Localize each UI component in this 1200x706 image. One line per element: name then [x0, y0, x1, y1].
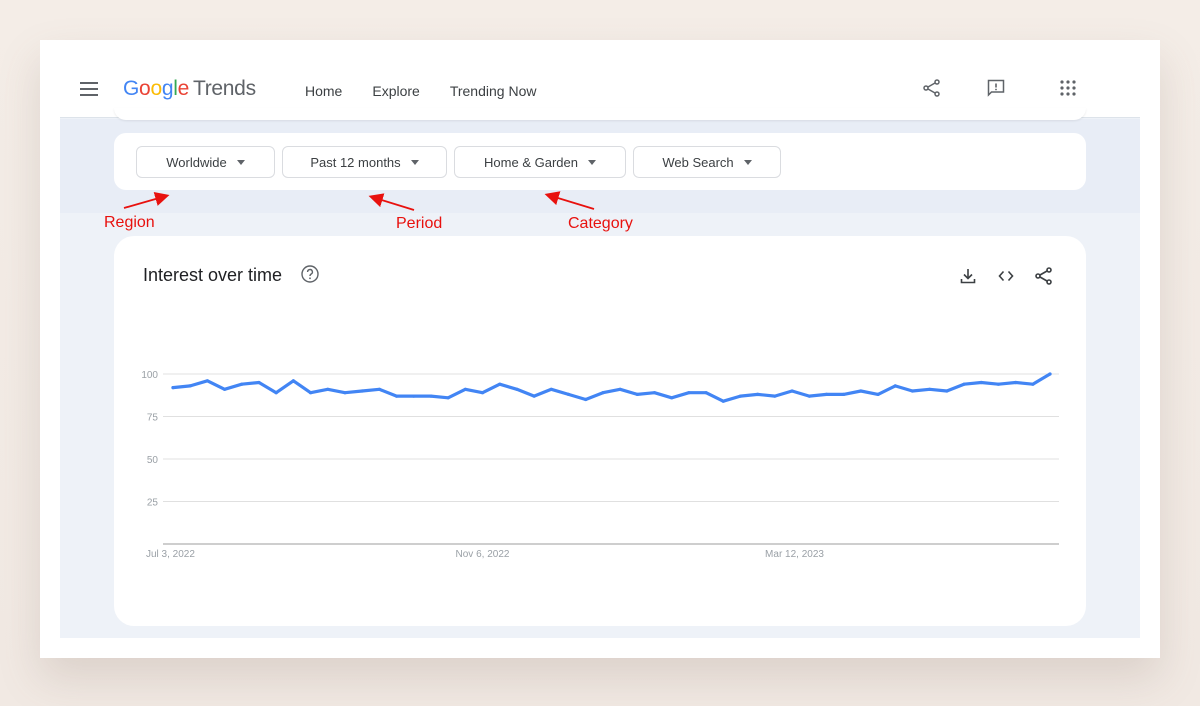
google-trends-app: GoogleTrends Home Explore Trending Now	[60, 60, 1140, 638]
data-point[interactable]	[343, 391, 347, 395]
data-point[interactable]	[480, 391, 485, 395]
data-point[interactable]	[291, 379, 295, 383]
data-point[interactable]	[876, 392, 880, 396]
data-point[interactable]	[1014, 380, 1018, 385]
caret-down-icon	[587, 159, 596, 165]
series-line-home-garden[interactable]	[171, 372, 1052, 403]
x-tick-label: Nov 6, 2022	[456, 549, 510, 560]
data-point[interactable]	[721, 399, 725, 403]
data-point[interactable]	[429, 394, 433, 398]
data-point[interactable]	[704, 391, 708, 395]
caret-down-icon	[410, 159, 419, 165]
data-point[interactable]	[240, 382, 244, 386]
data-point[interactable]	[893, 384, 897, 388]
chart-gridlines	[163, 373, 1059, 502]
logo-letter: o	[139, 77, 151, 100]
data-point[interactable]	[566, 392, 571, 396]
data-point[interactable]	[687, 391, 691, 395]
y-tick-label: 25	[147, 498, 159, 509]
data-point[interactable]	[824, 392, 829, 396]
x-tick-label: Jul 3, 2022	[146, 549, 195, 560]
share-icon[interactable]	[920, 76, 944, 100]
top-actions	[920, 76, 1080, 100]
search-type-filter-label: Web Search	[662, 154, 734, 170]
data-point[interactable]	[635, 392, 639, 396]
logo-letter: e	[177, 77, 190, 100]
data-point[interactable]	[807, 394, 811, 398]
region-annotation: Region	[104, 214, 155, 231]
data-point[interactable]	[773, 394, 777, 398]
interest-line-chart: 25 50 75 100 Jul 3, 2022 Nov 6, 2022 Mar 12, …	[141, 370, 1059, 560]
data-point[interactable]	[842, 392, 846, 396]
logo-letter: g	[161, 77, 174, 100]
hamburger-menu-icon[interactable]	[80, 82, 98, 96]
y-tick-label: 100	[141, 370, 158, 381]
data-point[interactable]	[962, 382, 966, 386]
data-point[interactable]	[859, 389, 863, 393]
data-point[interactable]	[257, 380, 261, 385]
data-point[interactable]	[308, 391, 313, 395]
data-point[interactable]	[326, 387, 330, 391]
data-point[interactable]	[515, 387, 519, 391]
data-point[interactable]	[996, 382, 1001, 386]
data-point[interactable]	[360, 389, 364, 393]
data-point[interactable]	[1048, 372, 1052, 376]
category-annotation: Category	[568, 215, 633, 232]
x-axis-ticks: Jul 3, 2022 Nov 6, 2022 Mar 12, 2023	[146, 549, 824, 560]
caret-down-icon	[236, 159, 245, 165]
data-point[interactable]	[498, 382, 502, 386]
data-point[interactable]	[756, 392, 760, 396]
data-point[interactable]	[549, 387, 553, 391]
period-filter[interactable]: Past 12 months	[282, 146, 447, 178]
data-point[interactable]	[584, 397, 588, 402]
data-point[interactable]	[188, 384, 192, 388]
region-filter-label: Worldwide	[166, 154, 227, 170]
logo-letter: o	[150, 77, 162, 100]
google-trends-logo[interactable]: Google Trends	[123, 77, 256, 101]
data-point[interactable]	[171, 386, 175, 390]
category-filter-label: Home & Garden	[484, 154, 578, 170]
x-tick-label: Mar 12, 2023	[765, 549, 824, 560]
caret-down-icon	[743, 159, 752, 165]
data-point[interactable]	[945, 389, 949, 393]
y-tick-label: 50	[147, 455, 159, 466]
data-point[interactable]	[1031, 382, 1035, 386]
search-type-filter[interactable]: Web Search	[633, 146, 781, 178]
data-point[interactable]	[412, 394, 416, 398]
logo-product-name: Trends	[192, 77, 256, 100]
region-filter[interactable]: Worldwide	[136, 146, 275, 178]
data-point[interactable]	[394, 394, 399, 398]
data-point[interactable]	[274, 391, 278, 395]
data-point[interactable]	[910, 389, 915, 393]
y-tick-label: 75	[147, 413, 159, 424]
data-point[interactable]	[446, 396, 450, 400]
apps-grid-icon[interactable]	[1056, 76, 1080, 100]
y-axis-ticks: 25 50 75 100	[141, 370, 158, 509]
data-point[interactable]	[377, 387, 381, 391]
category-filter[interactable]: Home & Garden	[454, 146, 626, 178]
interest-over-time-card: Interest over time 25 50 75 100 Jul 3, 2…	[114, 236, 1086, 626]
data-point[interactable]	[790, 389, 794, 393]
feedback-icon[interactable]	[984, 76, 1008, 100]
period-filter-label: Past 12 months	[310, 154, 401, 170]
search-bar-edge	[114, 108, 1086, 120]
data-point[interactable]	[670, 396, 674, 400]
data-point[interactable]	[618, 387, 622, 391]
data-point[interactable]	[532, 394, 536, 398]
data-point[interactable]	[601, 391, 605, 395]
data-point[interactable]	[222, 387, 227, 391]
logo-letter: G	[123, 77, 140, 100]
data-point[interactable]	[463, 387, 467, 391]
filter-bar: Worldwide Past 12 months Home & Garden W…	[114, 133, 1086, 190]
data-point[interactable]	[652, 391, 657, 395]
data-point[interactable]	[738, 394, 743, 398]
data-point[interactable]	[979, 380, 983, 385]
data-point[interactable]	[928, 387, 932, 391]
screenshot-frame: GoogleTrends Home Explore Trending Now	[40, 40, 1160, 658]
data-point[interactable]	[205, 379, 209, 383]
period-annotation: Period	[396, 215, 443, 232]
